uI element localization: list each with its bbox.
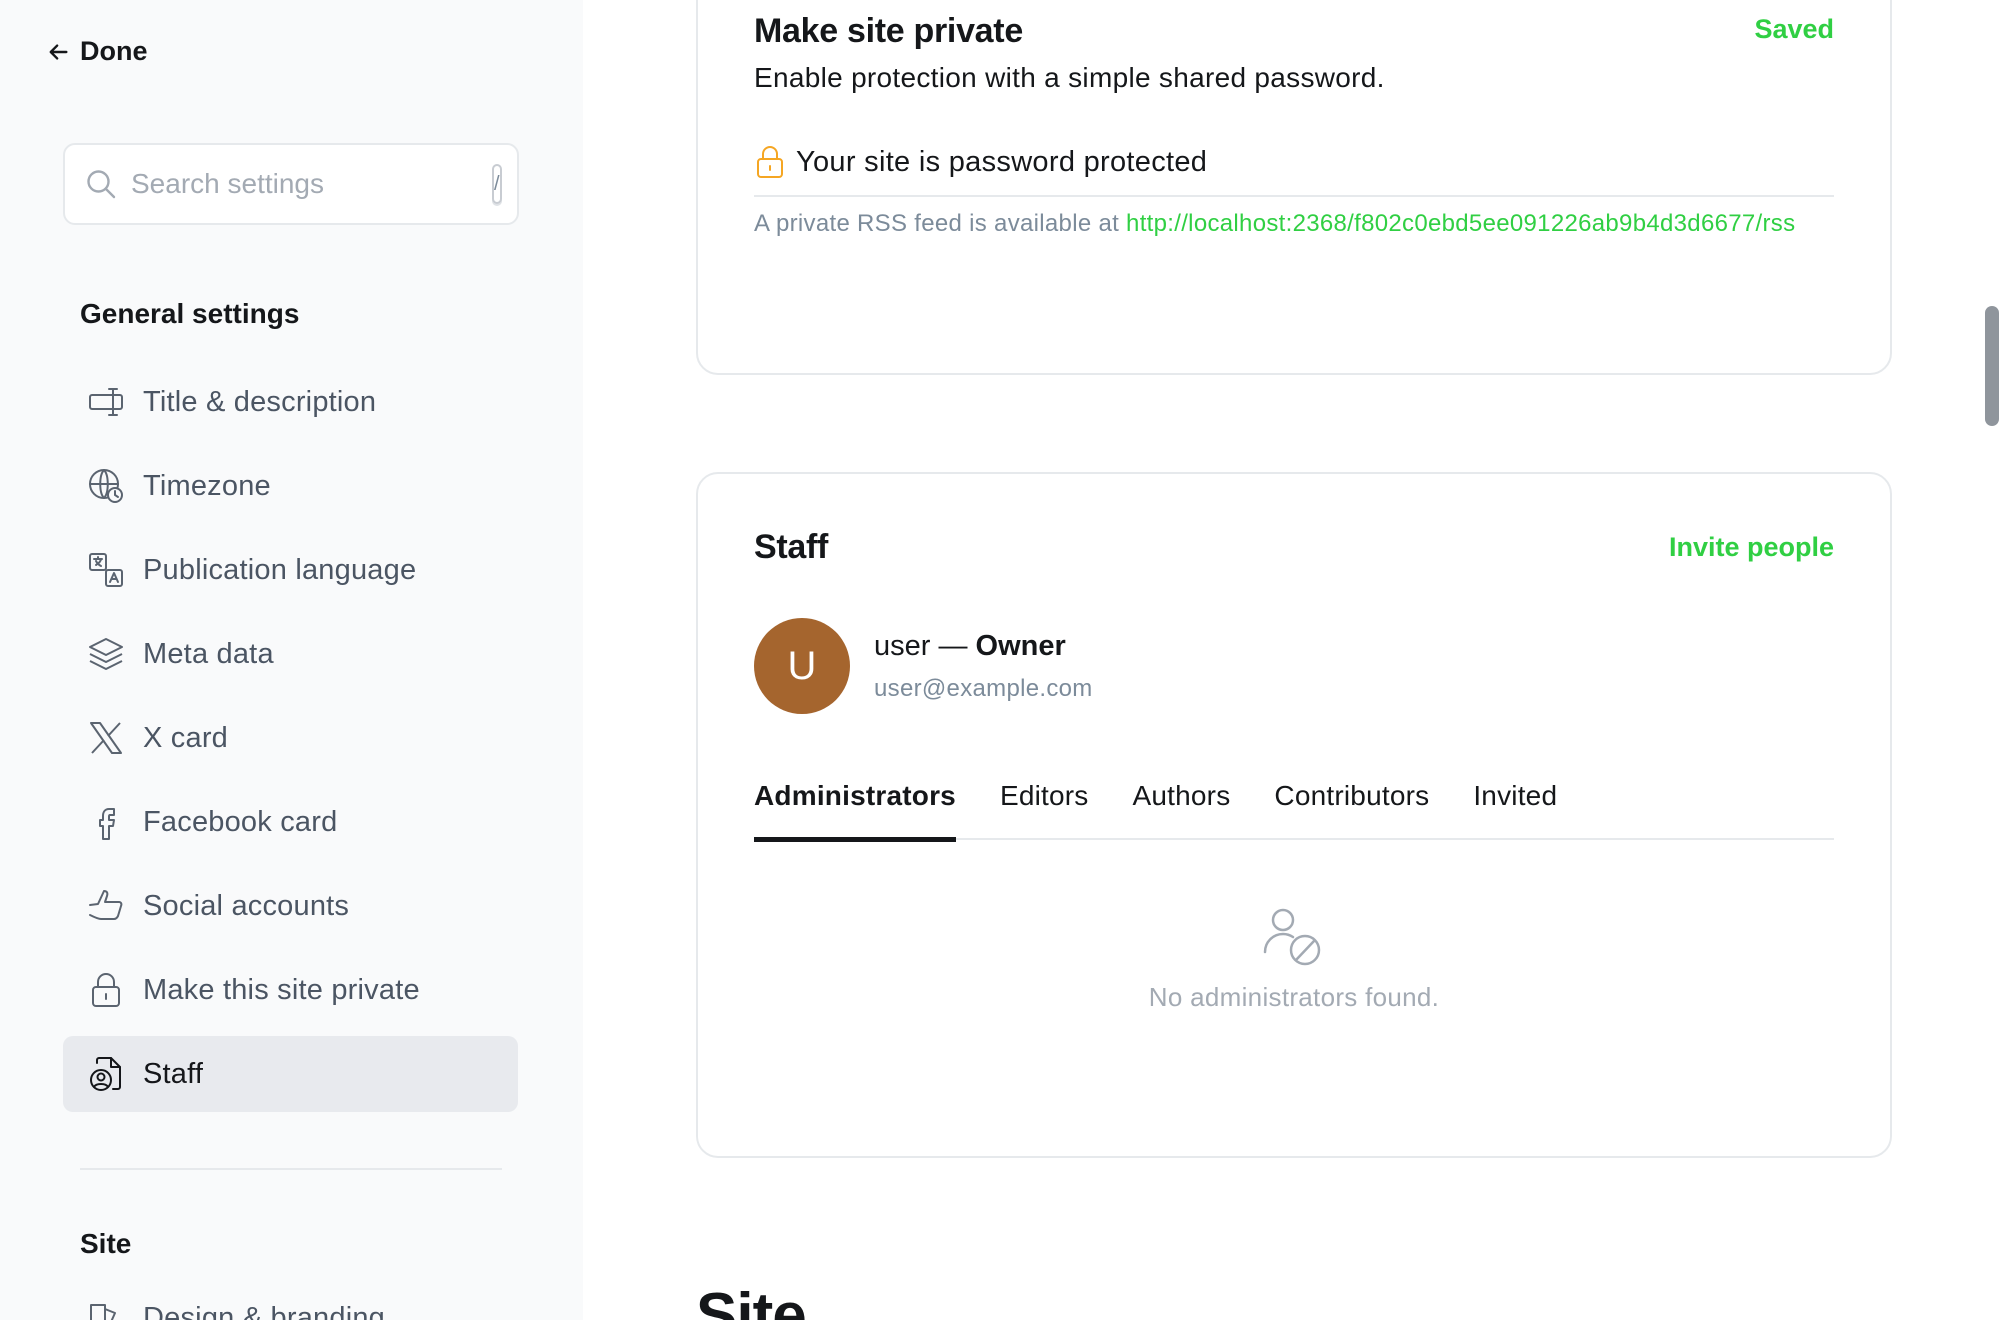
- owner-name-line: user — Owner: [874, 630, 1093, 663]
- sidebar-item-facebook-card[interactable]: Facebook card: [63, 784, 518, 860]
- sidebar-item-x-card[interactable]: X card: [63, 700, 518, 776]
- tab-authors[interactable]: Authors: [1133, 768, 1231, 840]
- thumbs-up-icon: [87, 887, 125, 925]
- general-settings-nav: Title & description Timezone Publication…: [63, 364, 518, 1120]
- x-logo-icon: [87, 719, 125, 757]
- rss-prefix-text: A private RSS feed is available at: [754, 210, 1127, 237]
- sidebar-item-label: Title & description: [143, 385, 377, 418]
- card-divider: [754, 195, 1834, 197]
- sidebar-item-timezone[interactable]: Timezone: [63, 448, 518, 524]
- sidebar-item-make-site-private[interactable]: Make this site private: [63, 952, 518, 1028]
- lock-icon: [754, 144, 786, 180]
- saved-status: Saved: [1754, 14, 1834, 44]
- sidebar-item-social-accounts[interactable]: Social accounts: [63, 868, 518, 944]
- sidebar-item-label: Make this site private: [143, 973, 420, 1006]
- scrollbar-thumb[interactable]: [1985, 306, 1999, 426]
- title-description-icon: [87, 383, 125, 421]
- empty-state: No administrators found.: [698, 904, 1890, 1013]
- lock-icon: [87, 971, 125, 1009]
- design-icon: [87, 1299, 125, 1320]
- arrow-left-icon: [48, 41, 70, 63]
- done-label: Done: [80, 36, 148, 66]
- site-settings-heading: Site: [80, 1228, 132, 1259]
- sidebar-item-design-branding[interactable]: Design & branding: [63, 1280, 518, 1320]
- tab-administrators[interactable]: Administrators: [754, 768, 956, 842]
- general-settings-heading: General settings: [80, 298, 300, 329]
- make-site-private-description: Enable protection with a simple shared p…: [754, 62, 1385, 93]
- owner-info: user — Owner user@example.com: [874, 630, 1093, 703]
- sidebar-item-meta-data[interactable]: Meta data: [63, 616, 518, 692]
- sidebar-item-label: Publication language: [143, 553, 417, 586]
- private-rss-info: A private RSS feed is available at http:…: [754, 206, 1838, 242]
- owner-user-row[interactable]: U user — Owner user@example.com: [754, 618, 1093, 714]
- staff-tabs: Administrators Editors Authors Contribut…: [754, 768, 1834, 842]
- search-icon: [85, 168, 117, 200]
- sidebar-item-staff[interactable]: Staff: [63, 1036, 518, 1112]
- sidebar-item-publication-language[interactable]: Publication language: [63, 532, 518, 608]
- password-protected-status: Your site is password protected: [754, 144, 1207, 180]
- owner-email: user@example.com: [874, 674, 1093, 702]
- password-protected-text: Your site is password protected: [796, 145, 1208, 178]
- owner-name: user: [874, 629, 931, 662]
- layers-icon: [87, 635, 125, 673]
- sidebar-item-label: Meta data: [143, 637, 274, 670]
- sidebar-item-label: Social accounts: [143, 889, 350, 922]
- settings-sidebar: Done / General settings Title & descript…: [0, 0, 583, 1320]
- shortcut-key: /: [492, 164, 502, 204]
- invite-people-button[interactable]: Invite people: [1669, 532, 1834, 563]
- owner-role: Owner: [975, 629, 1066, 662]
- empty-state-text: No administrators found.: [1148, 982, 1440, 1012]
- staff-icon: [87, 1055, 125, 1093]
- sidebar-item-label: Facebook card: [143, 805, 338, 838]
- make-site-private-title: Make site private: [754, 12, 1023, 50]
- sidebar-item-label: X card: [143, 721, 229, 754]
- search-settings-input[interactable]: [131, 168, 492, 200]
- avatar: U: [754, 618, 850, 714]
- name-role-separator: —: [930, 629, 976, 662]
- done-button[interactable]: Done: [48, 36, 148, 67]
- facebook-icon: [87, 803, 125, 841]
- search-settings-field[interactable]: /: [63, 143, 519, 225]
- make-site-private-card: Make site private Saved Enable protectio…: [696, 0, 1892, 375]
- sidebar-divider: [80, 1168, 502, 1170]
- staff-card: Staff Invite people U user — Owner user@…: [696, 472, 1892, 1158]
- sidebar-item-label: Timezone: [143, 469, 271, 502]
- site-settings-nav: Design & branding: [63, 1280, 518, 1320]
- no-users-icon: [1259, 904, 1329, 974]
- tab-invited[interactable]: Invited: [1473, 768, 1557, 840]
- tab-editors[interactable]: Editors: [1000, 768, 1089, 840]
- tab-contributors[interactable]: Contributors: [1274, 768, 1429, 840]
- private-rss-link[interactable]: http://localhost:2368/f802c0ebd5ee091226…: [1126, 210, 1795, 237]
- translate-icon: [87, 551, 125, 589]
- globe-clock-icon: [87, 467, 125, 505]
- sidebar-item-title-description[interactable]: Title & description: [63, 364, 518, 440]
- sidebar-item-label: Staff: [143, 1057, 204, 1090]
- site-section-heading: Site: [696, 1281, 807, 1320]
- staff-title: Staff: [754, 528, 829, 566]
- sidebar-item-label: Design & branding: [143, 1301, 385, 1320]
